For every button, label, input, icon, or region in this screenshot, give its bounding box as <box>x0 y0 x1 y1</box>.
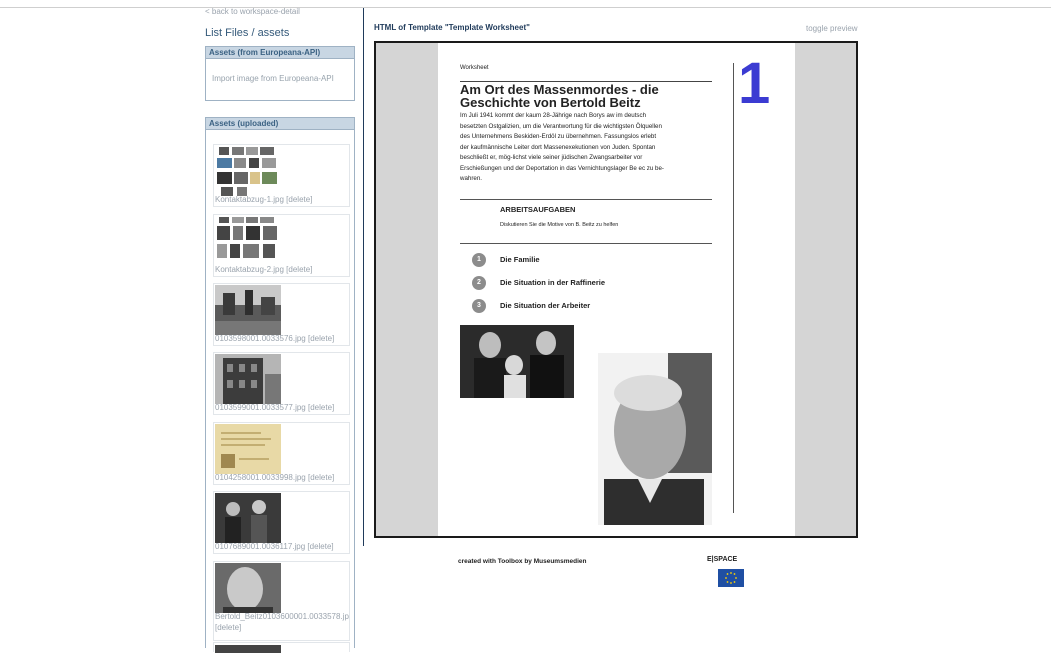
espace-logo-text: E|SPACE <box>707 556 738 563</box>
column-divider <box>363 8 364 546</box>
asset-filename: 0103598001.0033576.jpg [delete] <box>215 334 334 343</box>
eu-flag-icon <box>718 569 744 587</box>
filename-text: Bertold_Beitz0103600001.0033578.jp <box>215 612 349 621</box>
delete-link[interactable]: [delete] <box>308 403 334 412</box>
delete-link[interactable]: [delete] <box>286 195 312 204</box>
filename-text: 0103599001.0033577.jpg <box>215 403 306 412</box>
delete-link[interactable]: [delete] <box>308 334 334 343</box>
building-photo-thumbnail <box>215 354 281 404</box>
tasks-heading: ARBEITSAUFGABEN <box>500 205 576 214</box>
asset-thumbnail[interactable] <box>215 146 281 196</box>
worksheet-body: Im Juli 1941 kommt der kaum 28-Jährige n… <box>460 112 664 182</box>
asset-filename: 0107689001.0036117.jpg [delete] <box>215 542 334 551</box>
asset-filename: Kontaktabzug-1.jpg [delete] <box>215 195 312 204</box>
divider <box>460 243 712 244</box>
asset-item: Bertold_Beitz0103600001.0033578.jp [dele… <box>213 561 350 641</box>
asset-filename: Bertold_Beitz0103600001.0033578.jp <box>215 612 349 621</box>
panel-header: Assets (uploaded) <box>206 118 354 130</box>
asset-thumbnail[interactable] <box>215 493 281 543</box>
asset-item: 0103598001.0033576.jpg [delete] <box>213 283 350 346</box>
eu-stars <box>725 572 737 584</box>
toggle-preview-link[interactable]: toggle preview <box>806 24 858 33</box>
portrait-image <box>598 353 712 525</box>
vertical-rule <box>733 63 734 513</box>
contact-sheet-thumbnail <box>215 146 281 196</box>
asset-thumbnail[interactable] <box>215 354 281 404</box>
back-link[interactable]: < back to workspace-detail <box>205 7 300 16</box>
tasks-subtitle: Diskutieren Sie die Motive von B. Beitz … <box>500 222 619 228</box>
template-title: HTML of Template "Template Worksheet" <box>374 23 530 32</box>
asset-thumbnail[interactable] <box>215 216 281 266</box>
asset-filename: Kontaktabzug-2.jpg [delete] <box>215 265 312 274</box>
delete-link[interactable]: [delete] <box>308 473 334 482</box>
item-number-badge: 3 <box>472 299 486 313</box>
item-text: Die Situation in der Raffinerie <box>500 278 606 287</box>
page-title: List Files / assets <box>205 27 290 39</box>
europeana-assets-panel: Assets (from Europeana-API) Import image… <box>205 46 355 101</box>
delete-link[interactable]: [delete] <box>215 623 241 632</box>
worksheet-page: Worksheet Am Ort des Massenmordes - die … <box>438 43 795 536</box>
panel-header: Assets (from Europeana-API) <box>206 47 354 59</box>
item-text: Die Situation der Arbeiter <box>500 301 591 310</box>
worksheet-label: Worksheet <box>460 65 489 71</box>
ruins-photo-thumbnail <box>215 285 281 335</box>
asset-filename: 0104258001.0033998.jpg [delete] <box>215 473 334 482</box>
item-number-badge: 2 <box>472 276 486 290</box>
asset-thumbnail[interactable] <box>215 285 281 335</box>
asset-filename: [delete] <box>215 623 241 632</box>
family-photo <box>460 325 574 398</box>
filename-text: Kontaktabzug-1.jpg <box>215 195 284 204</box>
asset-item: Kontaktabzug-1.jpg [delete] <box>213 144 350 207</box>
item-text: Die Familie <box>500 255 540 264</box>
import-europeana-link[interactable]: Import image from Europeana-API <box>212 74 334 83</box>
top-divider <box>0 7 1051 8</box>
family-photo-image <box>460 325 574 398</box>
contact-sheet-thumbnail <box>215 216 281 266</box>
divider <box>460 199 712 200</box>
template-preview: Worksheet Am Ort des Massenmordes - die … <box>374 41 858 538</box>
footer-credit: created with Toolbox by Museumsmedien <box>458 558 587 565</box>
asset-item: Kontaktabzug-2.jpg [delete] <box>213 214 350 277</box>
asset-thumbnail[interactable] <box>215 424 281 474</box>
asset-thumbnail[interactable] <box>215 645 281 653</box>
worksheet-title: Am Ort des Massenmordes - die Geschichte… <box>460 82 659 110</box>
filename-text: Kontaktabzug-2.jpg <box>215 265 284 274</box>
asset-item: 0104258001.0033998.jpg [delete] <box>213 422 350 485</box>
asset-thumbnail[interactable] <box>215 563 281 613</box>
worksheet-number: 1 <box>738 51 771 116</box>
filename-text: 0104258001.0033998.jpg <box>215 473 306 482</box>
asset-item: 0107689001.0036117.jpg [delete] <box>213 491 350 554</box>
people-photo-thumbnail <box>215 493 281 543</box>
filename-text: 0103598001.0033576.jpg <box>215 334 306 343</box>
sidebar: < back to workspace-detail List Files / … <box>205 0 355 653</box>
item-number-badge: 1 <box>472 253 486 267</box>
document-photo-thumbnail <box>215 424 281 474</box>
asset-item <box>213 642 350 653</box>
portrait-photo-thumbnail <box>215 563 281 613</box>
asset-item: 0103599001.0033577.jpg [delete] <box>213 352 350 415</box>
filename-text: 0107689001.0036117.jpg <box>215 542 306 551</box>
delete-link[interactable]: [delete] <box>307 542 333 551</box>
portrait-photo <box>598 353 712 525</box>
delete-link[interactable]: [delete] <box>286 265 312 274</box>
asset-filename: 0103599001.0033577.jpg [delete] <box>215 403 334 412</box>
